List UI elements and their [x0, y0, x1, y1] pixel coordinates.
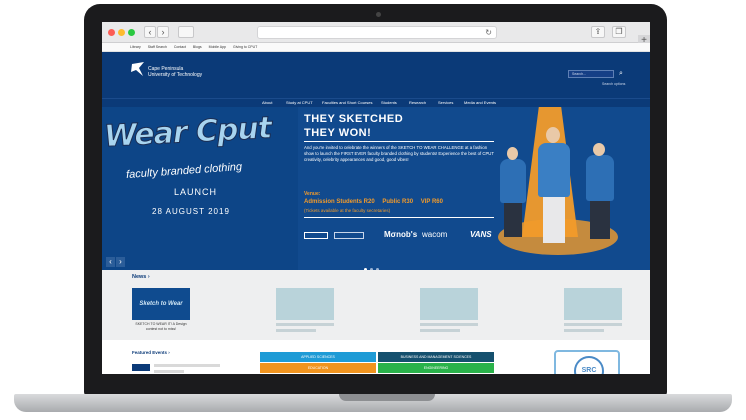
src-logo-icon: SRC [574, 356, 604, 374]
forward-button[interactable]: › [157, 26, 169, 38]
utility-link-contact[interactable]: Contact [174, 45, 186, 49]
hero-launch: LAUNCH [174, 187, 218, 197]
close-window-button[interactable] [108, 29, 115, 36]
model-legs-right [590, 201, 610, 239]
model-head-right [593, 143, 605, 156]
hero-date: 28 AUGUST 2019 [152, 207, 230, 216]
category-applied-sciences[interactable]: APPLIED SCIENCES [260, 352, 376, 362]
camera-icon [376, 12, 381, 17]
hero-headline-line1: THEY SKETCHED [304, 113, 404, 125]
price-students: Admission Students R20 [304, 199, 375, 205]
browser-toolbar: ‹ › ↻ ⇪ ❐ [102, 22, 650, 43]
nav-item-research[interactable]: Research [409, 99, 426, 107]
model-figure-left [500, 159, 526, 203]
category-business-management[interactable]: BUSINESS AND MANAGEMENT SCIENCES [378, 352, 494, 362]
laptop-notch [339, 394, 435, 401]
carousel-prev-icon[interactable]: ‹ [106, 257, 115, 267]
news-caption-placeholder-4b [564, 329, 604, 332]
src-badge[interactable]: SRC [554, 350, 620, 374]
event-line-1 [154, 364, 220, 367]
news-caption-placeholder-3 [420, 323, 478, 326]
news-heading[interactable]: News › [132, 274, 150, 280]
hero-banner[interactable]: Wear Cput faculty branded clothing LAUNC… [102, 107, 650, 270]
sponsor-logo-1 [304, 232, 328, 239]
news-caption-placeholder-2 [276, 323, 334, 326]
model-head-center [546, 127, 560, 143]
price-vip: VIP R60 [420, 199, 443, 205]
sponsor-wacom: wacom [422, 230, 448, 239]
price-public: Public R30 [382, 199, 414, 205]
site-header: Cape Peninsula University of Technology … [102, 52, 650, 98]
nav-item-faculties[interactable]: Faculties and Short Courses [322, 99, 372, 107]
model-legs-center [543, 197, 565, 243]
news-thumbnail-3[interactable] [420, 288, 478, 320]
model-figure-right [586, 155, 614, 201]
reload-icon[interactable]: ↻ [485, 27, 492, 39]
sponsor-vans: VANS [470, 230, 492, 239]
model-head-left [507, 147, 518, 160]
share-button[interactable]: ⇪ [591, 26, 605, 38]
news-thumbnail-2[interactable] [276, 288, 334, 320]
back-button[interactable]: ‹ [144, 26, 156, 38]
nav-item-media-events[interactable]: Media and Events [464, 99, 496, 107]
sponsor-row: Mσnob's wacom VANS [304, 230, 494, 242]
search-options-link[interactable]: Search options [602, 82, 625, 86]
sponsor-monobs: Mσnob's [384, 230, 418, 239]
laptop-screen: ‹ › ↻ ⇪ ❐ + Library Staff Search Contact… [102, 22, 650, 374]
carousel-next-icon[interactable]: › [116, 257, 125, 267]
nav-item-students[interactable]: Students [381, 99, 397, 107]
featured-events-section: Featured Events › APPLIED SCIENCES BUSIN… [102, 340, 650, 374]
news-caption-placeholder-2b [276, 329, 316, 332]
search-input[interactable]: Search... [568, 70, 614, 78]
maximize-window-button[interactable] [128, 29, 135, 36]
hero-divider [304, 141, 494, 142]
utility-link-giving[interactable]: Giving to CPUT [233, 45, 257, 49]
event-line-1b [154, 370, 184, 373]
minimize-window-button[interactable] [118, 29, 125, 36]
tabs-overview-button[interactable]: ❐ [612, 26, 626, 38]
sidebar-toggle-button[interactable] [178, 26, 194, 38]
event-thumbnail-1[interactable] [132, 364, 150, 371]
utility-links: Library Staff Search Contact Blogs Mobil… [102, 43, 650, 52]
address-bar[interactable]: ↻ [257, 26, 497, 39]
news-section: News › Sketch to Wear SKETCH TO WEAR IT!… [102, 270, 650, 340]
hero-divider-2 [304, 217, 494, 218]
utility-link-mobile-app[interactable]: Mobile App [209, 45, 226, 49]
carousel-dots [364, 258, 382, 270]
main-nav: About Study at CPUT Faculties and Short … [102, 98, 650, 107]
sponsor-logo-2 [334, 232, 364, 239]
news-caption-1[interactable]: SKETCH TO WEAR IT! A Design contest not … [132, 322, 190, 332]
news-caption-placeholder-3b [420, 329, 460, 332]
hero-headline-line2: THEY WON! [304, 127, 372, 139]
events-heading[interactable]: Featured Events › [132, 350, 170, 355]
search-icon[interactable]: ⌕ [616, 69, 626, 79]
nav-item-about[interactable]: About [262, 99, 272, 107]
utility-link-blogs[interactable]: Blogs [193, 45, 202, 49]
cput-logo-icon[interactable] [130, 60, 146, 78]
news-thumbnail-4[interactable] [564, 288, 622, 320]
category-education[interactable]: EDUCATION [260, 363, 376, 373]
hero-tickets-note: (Tickets available at the faculty secret… [304, 208, 391, 213]
utility-link-staff-search[interactable]: Staff Search [148, 45, 167, 49]
hero-venue-label: Venue: [304, 191, 321, 197]
site-name-line2[interactable]: University of Technology [148, 72, 202, 78]
news-thumbnail-1[interactable]: Sketch to Wear [132, 288, 190, 320]
nav-item-study[interactable]: Study at CPUT [286, 99, 313, 107]
category-engineering[interactable]: ENGINEERING [378, 363, 494, 373]
hero-body-text: And you're invited to celebrate the winn… [304, 145, 494, 162]
hero-prices: Admission Students R20 Public R30 VIP R6… [304, 199, 504, 205]
laptop-base [14, 394, 732, 412]
news-caption-placeholder-4 [564, 323, 622, 326]
news-thumb-text: Sketch to Wear [139, 301, 183, 307]
nav-item-services[interactable]: Services [438, 99, 453, 107]
model-legs-left [504, 203, 522, 237]
utility-link-library[interactable]: Library [130, 45, 141, 49]
model-figure-center [538, 143, 570, 197]
